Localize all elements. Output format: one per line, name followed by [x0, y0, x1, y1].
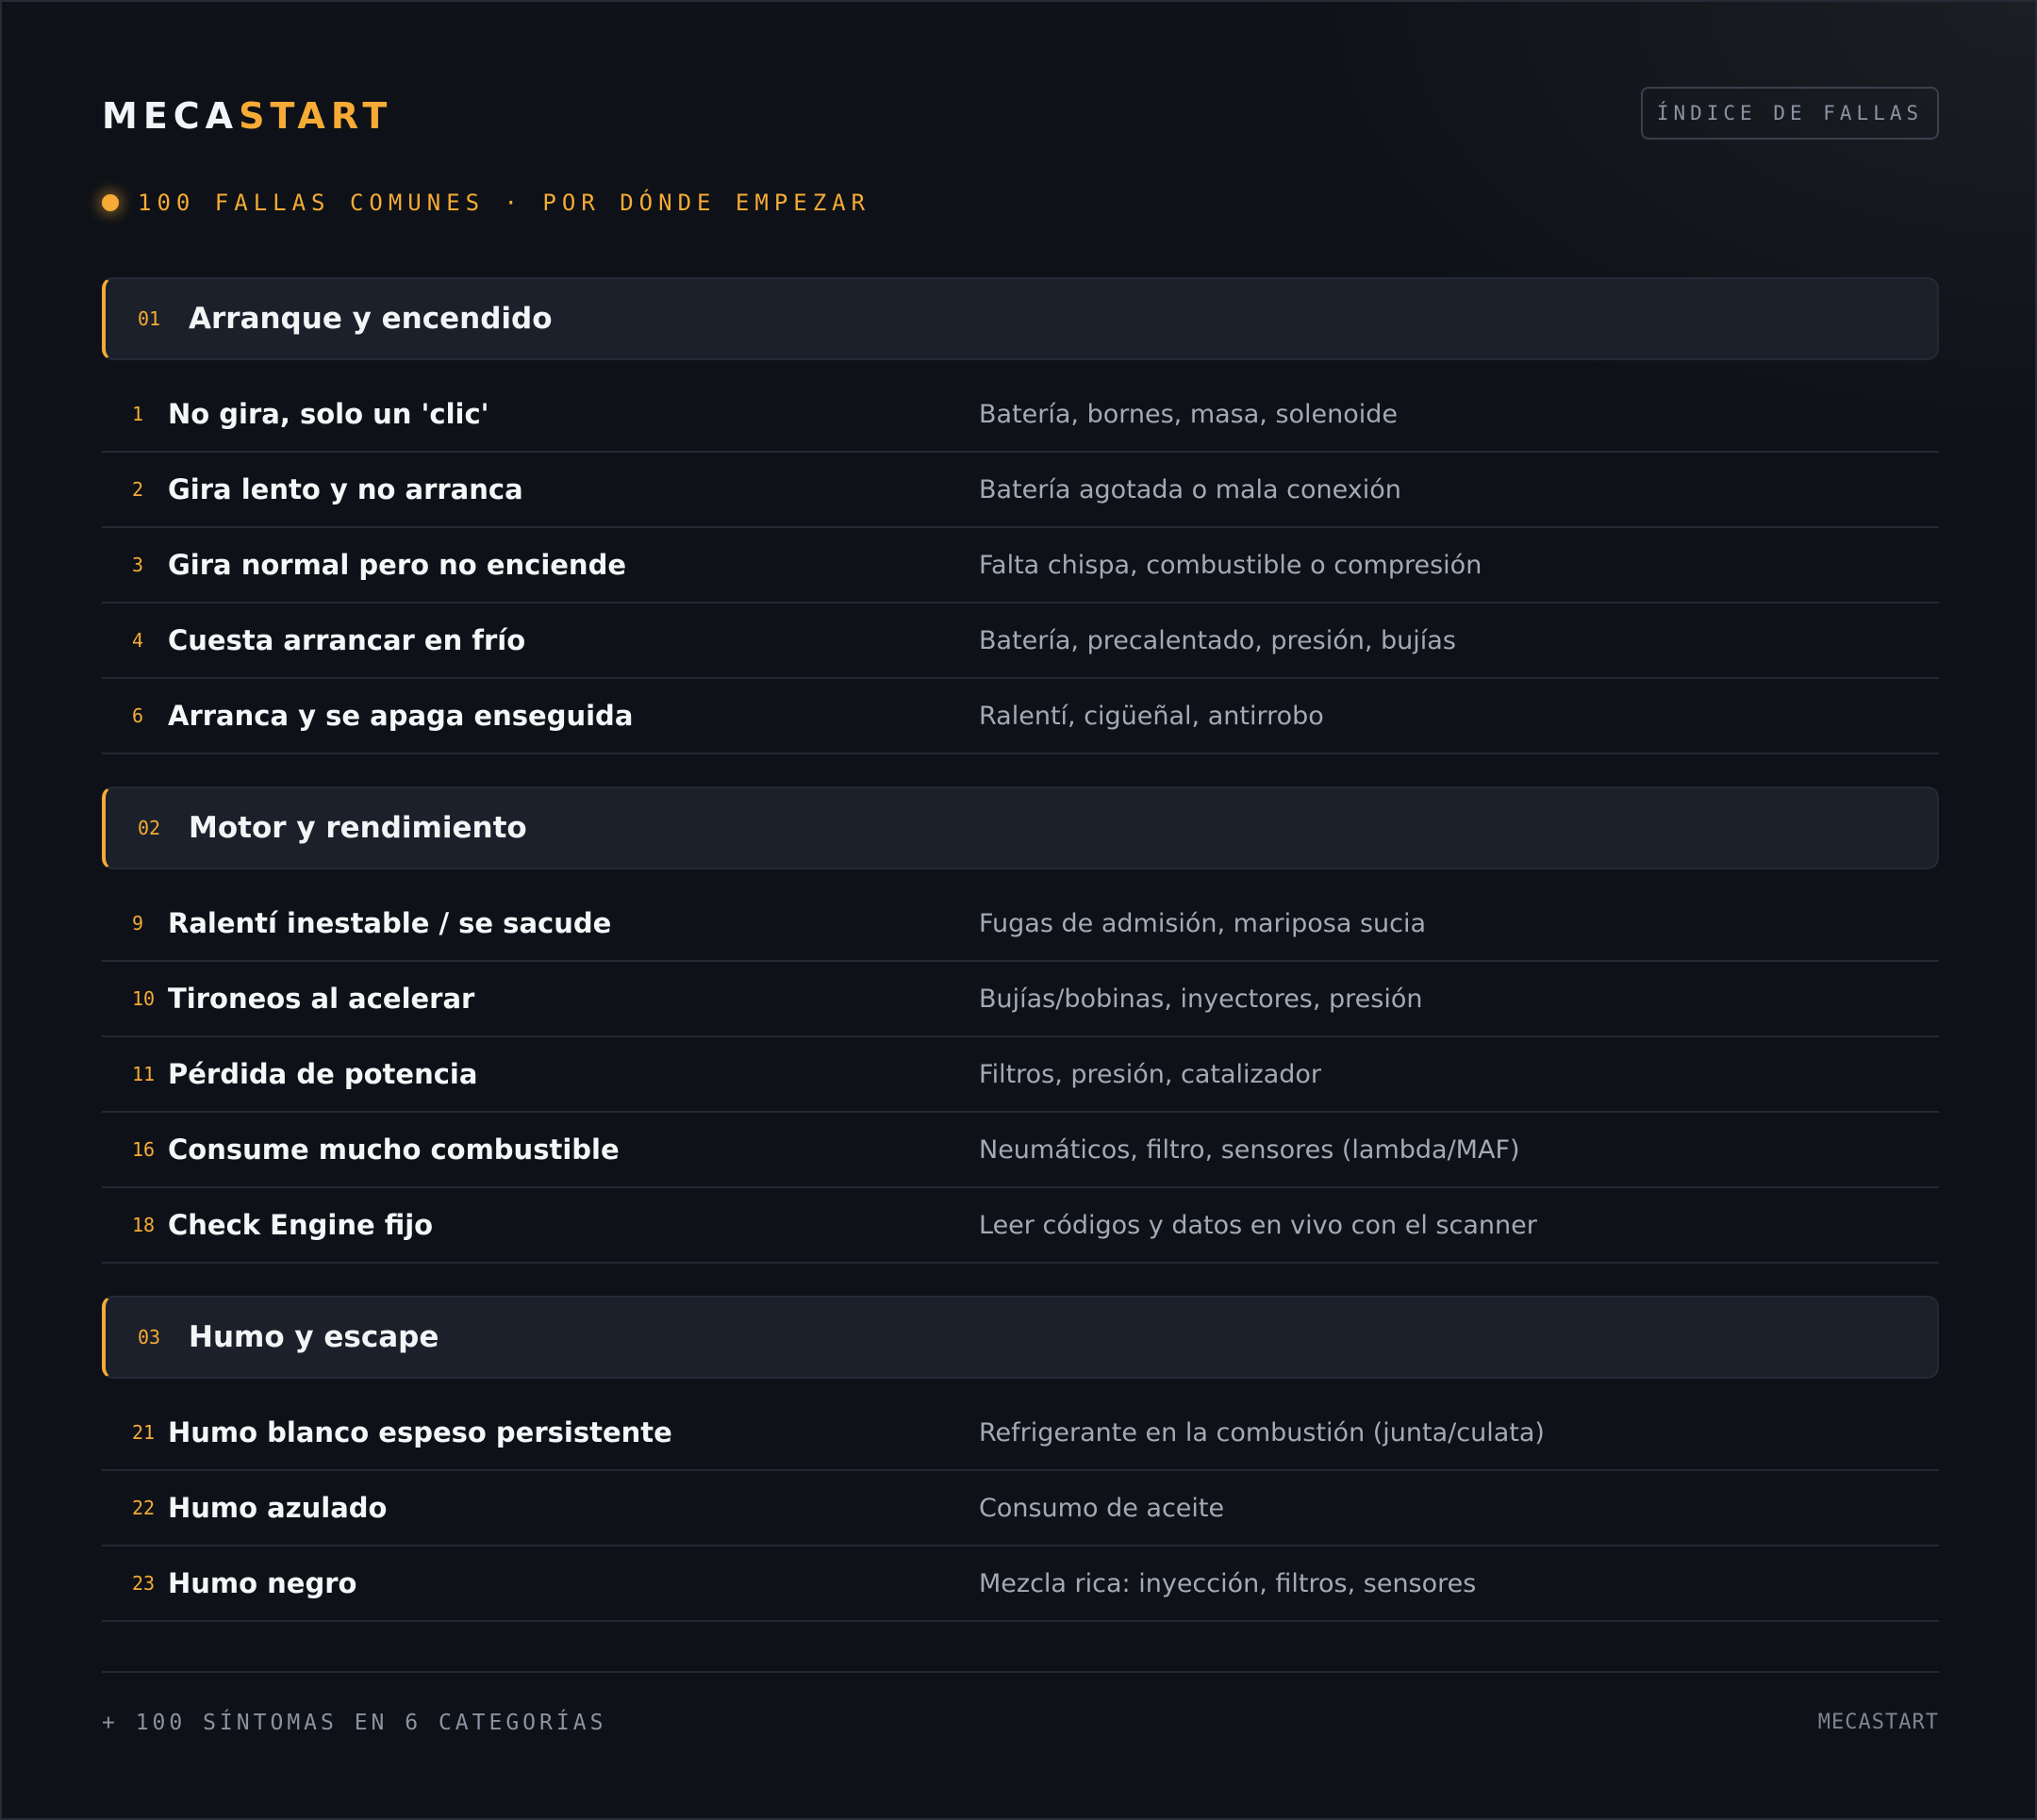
fault-list: 1 No gira, solo un 'clic' Batería, borne…: [102, 377, 1939, 754]
fault-number: 16: [132, 1138, 156, 1161]
category-title: Motor y rendimiento: [189, 811, 527, 845]
fault-row[interactable]: 9 Ralentí inestable / se sacude Fugas de…: [102, 886, 1939, 962]
category-number: 01: [138, 307, 161, 330]
fault-row[interactable]: 23 Humo negro Mezcla rica: inyección, fi…: [102, 1547, 1939, 1622]
status-dot-icon: [102, 194, 119, 211]
fault-description: Falta chispa, combustible o compresión: [979, 550, 1482, 580]
footer-summary: + 100 SÍNTOMAS EN 6 CATEGORÍAS: [102, 1711, 607, 1735]
category-title: Humo y escape: [189, 1320, 439, 1354]
fault-row[interactable]: 21 Humo blanco espeso persistente Refrig…: [102, 1396, 1939, 1471]
fault-list: 9 Ralentí inestable / se sacude Fugas de…: [102, 886, 1939, 1264]
fault-number: 18: [132, 1214, 156, 1236]
fault-list: 21 Humo blanco espeso persistente Refrig…: [102, 1396, 1939, 1622]
footer-brand: MECASTART: [1817, 1711, 1939, 1734]
fault-number: 3: [132, 554, 144, 576]
fault-row[interactable]: 16 Consume mucho combustible Neumáticos,…: [102, 1113, 1939, 1188]
fault-title: Cuesta arrancar en frío: [168, 624, 526, 656]
fault-description: Refrigerante en la combustión (junta/cul…: [979, 1417, 1545, 1448]
fault-description: Mezcla rica: inyección, filtros, sensore…: [979, 1568, 1477, 1598]
fault-number: 9: [132, 912, 144, 935]
fault-description: Batería agotada o mala conexión: [979, 474, 1401, 505]
fault-title: Tironeos al acelerar: [168, 983, 475, 1015]
category-title: Arranque y encendido: [189, 302, 553, 336]
fault-row[interactable]: 11 Pérdida de potencia Filtros, presión,…: [102, 1037, 1939, 1113]
category-header[interactable]: 02 Motor y rendimiento: [102, 786, 1939, 869]
fault-title: Ralentí inestable / se sacude: [168, 907, 612, 939]
fault-number: 11: [132, 1063, 156, 1085]
fault-description: Batería, bornes, masa, solenoide: [979, 399, 1399, 429]
fault-title: Humo negro: [168, 1567, 357, 1599]
category-arranque: 01 Arranque y encendido 1 No gira, solo …: [102, 277, 1939, 754]
fault-title: Consume mucho combustible: [168, 1133, 620, 1166]
fault-number: 2: [132, 478, 144, 501]
fault-number: 10: [132, 987, 156, 1010]
header: MECASTART ÍNDICE DE FALLAS: [102, 85, 1939, 141]
category-header[interactable]: 01 Arranque y encendido: [102, 277, 1939, 360]
fault-title: Arranca y se apaga enseguida: [168, 700, 634, 732]
fault-description: Batería, precalentado, presión, bujías: [979, 625, 1456, 655]
fault-row[interactable]: 18 Check Engine fijo Leer códigos y dato…: [102, 1188, 1939, 1264]
fault-title: Pérdida de potencia: [168, 1058, 478, 1090]
fault-title: No gira, solo un 'clic': [168, 398, 489, 430]
fault-row[interactable]: 3 Gira normal pero no enciende Falta chi…: [102, 528, 1939, 604]
fault-number: 23: [132, 1572, 156, 1595]
subtitle: 100 FALLAS COMUNES · POR DÓNDE EMPEZAR: [102, 187, 870, 219]
fault-number: 21: [132, 1421, 156, 1444]
fault-title: Gira normal pero no enciende: [168, 549, 627, 581]
fault-row[interactable]: 1 No gira, solo un 'clic' Batería, borne…: [102, 377, 1939, 453]
index-button[interactable]: ÍNDICE DE FALLAS: [1641, 87, 1939, 140]
category-number: 02: [138, 817, 161, 839]
fault-number: 22: [132, 1497, 156, 1519]
fault-title: Gira lento y no arranca: [168, 473, 523, 505]
logo-part-1: MECA: [102, 95, 240, 137]
fault-title: Check Engine fijo: [168, 1209, 434, 1241]
fault-row[interactable]: 6 Arranca y se apaga enseguida Ralentí, …: [102, 679, 1939, 754]
fault-row[interactable]: 10 Tironeos al acelerar Bujías/bobinas, …: [102, 962, 1939, 1037]
footer: + 100 SÍNTOMAS EN 6 CATEGORÍAS MECASTART: [102, 1671, 1939, 1735]
category-number: 03: [138, 1326, 161, 1348]
app-frame: MECASTART ÍNDICE DE FALLAS 100 FALLAS CO…: [0, 0, 2037, 1820]
fault-description: Bujías/bobinas, inyectores, presión: [979, 984, 1423, 1014]
category-motor: 02 Motor y rendimiento 9 Ralentí inestab…: [102, 786, 1939, 1264]
fault-description: Fugas de admisión, mariposa sucia: [979, 908, 1427, 938]
fault-description: Filtros, presión, catalizador: [979, 1059, 1322, 1089]
category-humo: 03 Humo y escape 21 Humo blanco espeso p…: [102, 1296, 1939, 1622]
fault-title: Humo azulado: [168, 1492, 388, 1524]
fault-number: 1: [132, 403, 144, 425]
fault-row[interactable]: 22 Humo azulado Consumo de aceite: [102, 1471, 1939, 1547]
fault-description: Leer códigos y datos en vivo con el scan…: [979, 1210, 1537, 1240]
category-header[interactable]: 03 Humo y escape: [102, 1296, 1939, 1379]
fault-description: Consumo de aceite: [979, 1493, 1225, 1523]
logo[interactable]: MECASTART: [102, 94, 392, 138]
fault-row[interactable]: 2 Gira lento y no arranca Batería agotad…: [102, 453, 1939, 528]
fault-description: Neumáticos, filtro, sensores (lambda/MAF…: [979, 1134, 1520, 1165]
fault-number: 6: [132, 704, 144, 727]
fault-number: 4: [132, 629, 144, 652]
fault-description: Ralentí, cigüeñal, antirrobo: [979, 701, 1324, 731]
logo-part-2: START: [239, 95, 393, 137]
fault-title: Humo blanco espeso persistente: [168, 1416, 672, 1448]
subtitle-text: 100 FALLAS COMUNES · POR DÓNDE EMPEZAR: [138, 190, 871, 216]
fault-row[interactable]: 4 Cuesta arrancar en frío Batería, preca…: [102, 604, 1939, 679]
